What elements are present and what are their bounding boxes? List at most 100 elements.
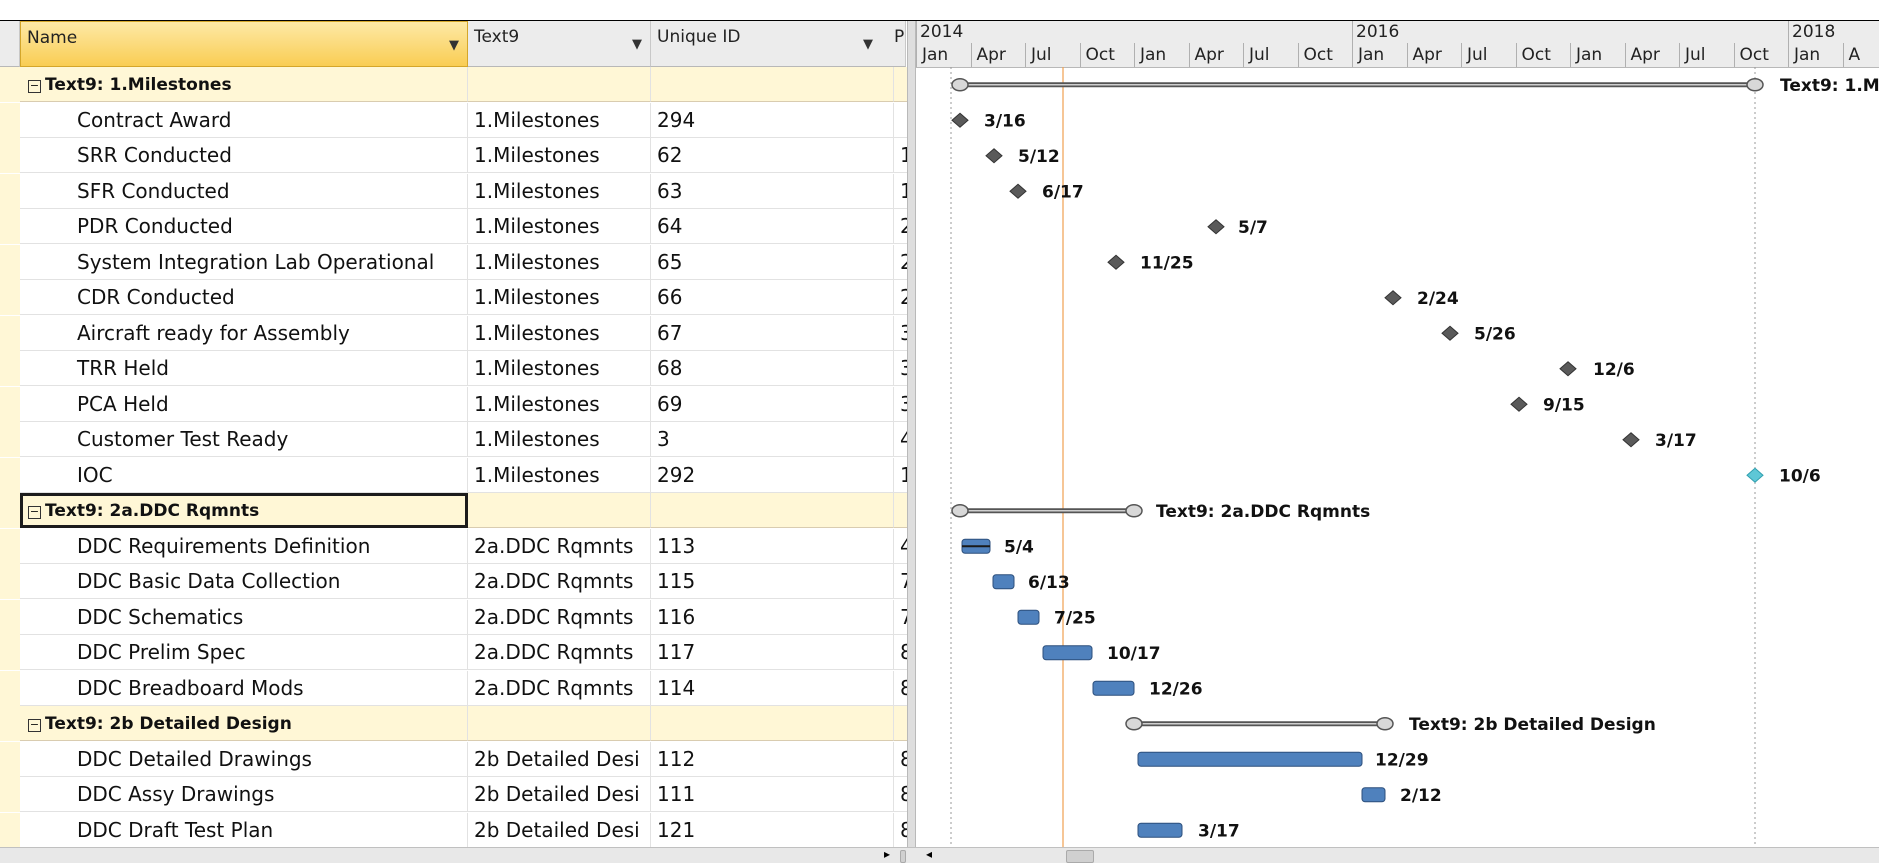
task-name-cell[interactable]: SFR Conducted	[20, 173, 468, 209]
text9-cell[interactable]: 2b Detailed Desi	[468, 777, 651, 812]
unique-id-cell[interactable]: 66	[651, 280, 894, 315]
row-indicator[interactable]	[0, 493, 20, 528]
task-name-cell[interactable]: CDR Conducted	[20, 280, 468, 315]
unique-id-cell[interactable]: 114	[651, 670, 894, 706]
p-cell[interactable]: 4	[894, 422, 907, 457]
table-row[interactable]: CDR Conducted1.Milestones662	[0, 280, 907, 315]
p-cell[interactable]: 8	[894, 635, 907, 670]
task-name-cell[interactable]: DDC Assy Drawings	[20, 777, 468, 812]
p-cell[interactable]: 8	[894, 777, 907, 812]
text9-cell[interactable]: 2a.DDC Rqmnts	[468, 528, 651, 564]
task-name-cell[interactable]: PCA Held	[20, 386, 468, 422]
table-row[interactable]: System Integration Lab Operational 1.Mile…	[0, 244, 907, 280]
table-row[interactable]: DDC Assy Drawings2b Detailed Desi1118	[0, 777, 907, 812]
row-indicator[interactable]	[0, 777, 20, 812]
group-name-cell[interactable]: − Text9: 1.Milestones	[20, 67, 468, 102]
task-name-cell[interactable]: Customer Test Ready	[20, 422, 468, 457]
p-cell[interactable]: 7	[894, 564, 907, 599]
p-cell[interactable]: 2	[894, 280, 907, 315]
p-cell[interactable]: 2	[894, 209, 907, 244]
table-row[interactable]: SFR Conducted1.Milestones631	[0, 173, 907, 209]
p-cell[interactable]: 3	[894, 387, 907, 422]
unique-id-cell[interactable]: 69	[651, 386, 894, 422]
p-cell[interactable]: 1	[894, 138, 907, 173]
row-indicator[interactable]	[0, 173, 20, 209]
scroll-right-arrow-icon[interactable]: ▸	[884, 847, 890, 861]
collapse-toggle-icon[interactable]: −	[28, 719, 41, 732]
task-name-cell[interactable]: DDC Requirements Definition	[20, 528, 468, 564]
row-indicator[interactable]	[0, 599, 20, 635]
row-indicator[interactable]	[0, 280, 20, 315]
unique-id-cell[interactable]: 117	[651, 635, 894, 670]
unique-id-cell[interactable]: 112	[651, 741, 894, 777]
table-row[interactable]: IOC1.Milestones2921	[0, 457, 907, 493]
table-row[interactable]: DDC Schematics2a.DDC Rqmnts1167	[0, 599, 907, 635]
table-row[interactable]: DDC Draft Test Plan2b Detailed Desi1218	[0, 812, 907, 847]
unique-id-cell[interactable]: 115	[651, 564, 894, 599]
unique-id-cell[interactable]: 68	[651, 351, 894, 386]
collapse-toggle-icon[interactable]: −	[28, 506, 41, 519]
table-row[interactable]: DDC Breadboard Mods2a.DDC Rqmnts1148	[0, 670, 907, 706]
text9-cell[interactable]: 1.Milestones	[468, 351, 651, 386]
task-grid[interactable]: Name ▼ Text9 ▼ Unique ID ▼ P − Text9: 1.M…	[0, 21, 907, 847]
task-name-cell[interactable]: System Integration Lab Operational	[20, 244, 468, 280]
group-row[interactable]: − Text9: 1.Milestones	[0, 67, 907, 102]
unique-id-cell[interactable]: 65	[651, 244, 894, 280]
text9-cell[interactable]: 2a.DDC Rqmnts	[468, 599, 651, 635]
task-name-cell[interactable]: DDC Basic Data Collection	[20, 564, 468, 599]
text9-cell[interactable]: 1.Milestones	[468, 280, 651, 315]
grid-scroll-thumb[interactable]	[900, 850, 906, 863]
task-name-cell[interactable]: Aircraft ready for Assembly	[20, 315, 468, 351]
pane-splitter[interactable]	[907, 21, 916, 863]
row-indicator[interactable]	[0, 528, 20, 564]
p-cell[interactable]	[894, 493, 907, 528]
row-indicator[interactable]	[0, 706, 20, 741]
task-name-cell[interactable]: SRR Conducted	[20, 138, 468, 173]
task-name-cell[interactable]: IOC	[20, 457, 468, 493]
text9-cell[interactable]: 2a.DDC Rqmnts	[468, 670, 651, 706]
text9-cell[interactable]: 2b Detailed Desi	[468, 812, 651, 847]
table-row[interactable]: Customer Test Ready1.Milestones34	[0, 422, 907, 457]
column-filter-dropdown-icon[interactable]: ▼	[863, 37, 873, 52]
row-indicator[interactable]	[0, 564, 20, 599]
unique-id-cell[interactable]: 63	[651, 173, 894, 209]
task-name-cell[interactable]: DDC Breadboard Mods	[20, 670, 468, 706]
text9-cell[interactable]: 1.Milestones	[468, 173, 651, 209]
text9-cell[interactable]: 1.Milestones	[468, 315, 651, 351]
text9-cell[interactable]	[468, 67, 651, 102]
text9-cell[interactable]: 1.Milestones	[468, 209, 651, 244]
p-cell[interactable]: 2	[894, 245, 907, 280]
p-cell[interactable]: 1	[894, 458, 907, 493]
row-indicator[interactable]	[0, 741, 20, 777]
unique-id-cell[interactable]: 113	[651, 528, 894, 564]
task-name-cell[interactable]: PDR Conducted	[20, 209, 468, 244]
column-header-unique-id[interactable]: Unique ID ▼ P	[651, 21, 906, 67]
table-row[interactable]: SRR Conducted1.Milestones621	[0, 138, 907, 173]
table-row[interactable]: TRR Held1.Milestones683	[0, 351, 907, 386]
p-cell[interactable]: 7	[894, 600, 907, 635]
table-row[interactable]: Contract Award 1.Milestones 294	[0, 102, 907, 138]
task-name-cell[interactable]: DDC Detailed Drawings	[20, 741, 468, 777]
text9-cell[interactable]: 1.Milestones	[468, 422, 651, 457]
column-header-name[interactable]: Name ▼	[20, 21, 468, 67]
scroll-left-arrow-icon[interactable]: ◂	[926, 847, 932, 861]
text9-cell[interactable]	[468, 493, 651, 528]
gantt-chart[interactable]: 2014 2016 2018 Jan Apr Jul Oct Jan Apr Jul Oct Jan…	[916, 21, 1879, 847]
text9-cell[interactable]: 1.Milestones	[468, 457, 651, 493]
group-name-cell[interactable]: − Text9: 2a.DDC Rqmnts	[20, 493, 468, 528]
row-indicator[interactable]	[0, 209, 20, 244]
task-name-cell[interactable]: TRR Held	[20, 351, 468, 386]
column-header-text9[interactable]: Text9 ▼	[468, 21, 651, 67]
unique-id-cell[interactable]: 67	[651, 315, 894, 351]
unique-id-cell[interactable]: 116	[651, 599, 894, 635]
p-cell[interactable]: 4	[894, 529, 907, 564]
text9-cell[interactable]	[468, 706, 651, 741]
unique-id-cell[interactable]: 111	[651, 777, 894, 812]
p-cell[interactable]	[894, 103, 907, 138]
row-indicator[interactable]	[0, 244, 20, 280]
text9-cell[interactable]: 1.Milestones	[468, 138, 651, 173]
unique-id-cell[interactable]: 64	[651, 209, 894, 244]
p-cell[interactable]	[894, 67, 907, 102]
unique-id-cell[interactable]: 292	[651, 457, 894, 493]
unique-id-cell[interactable]	[651, 493, 894, 528]
